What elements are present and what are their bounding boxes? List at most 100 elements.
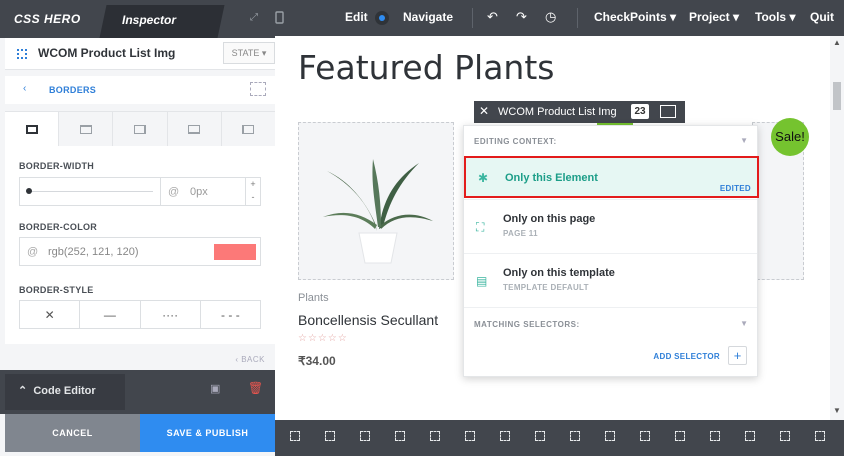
scroll-thumb[interactable]: [833, 82, 841, 110]
context-option-template[interactable]: ▤ Only on this template TEMPLATE DEFAULT: [464, 253, 757, 308]
edit-mode-label[interactable]: Edit: [345, 10, 368, 24]
cancel-button[interactable]: CANCEL: [5, 414, 140, 452]
at-symbol: @: [27, 246, 39, 258]
chevron-down-icon[interactable]: ▼: [740, 319, 748, 328]
border-properties: BORDER-WIDTH @ 0px + - BORDER-COLOR @ rgb…: [5, 146, 275, 344]
select-icon[interactable]: [325, 431, 335, 441]
scroll-down-icon[interactable]: ▼: [833, 406, 841, 415]
select-icon[interactable]: [640, 431, 650, 441]
select-icon[interactable]: [570, 431, 580, 441]
border-style-dotted[interactable]: ····: [141, 301, 201, 328]
context-option-page[interactable]: ⛶ Only on this page PAGE 11: [464, 199, 757, 254]
border-left-icon: [242, 125, 255, 134]
tab-border-top[interactable]: [59, 112, 114, 147]
target-select-icon[interactable]: [17, 49, 27, 59]
expand-icon[interactable]: ⤢: [250, 12, 262, 24]
border-style-options: ✕ — ···· - - -: [19, 300, 261, 329]
template-doc-icon: ▤: [476, 274, 488, 288]
chevron-down-icon[interactable]: ▼: [740, 136, 748, 145]
border-width-control: @ 0px + -: [19, 177, 261, 206]
redo-icon[interactable]: ↷: [516, 9, 527, 25]
bottom-toolbar: [275, 420, 844, 456]
scroll-up-icon[interactable]: ▲: [833, 38, 841, 47]
border-style-dashed[interactable]: - - -: [201, 301, 260, 328]
undo-icon[interactable]: ↶: [487, 9, 498, 25]
code-editor-text: Code Editor: [33, 385, 96, 397]
product-name[interactable]: Boncellensis Secullant: [298, 312, 438, 328]
context-option-element[interactable]: ✱ Only this Element EDITED: [464, 156, 759, 198]
select-icon[interactable]: [500, 431, 510, 441]
section-header[interactable]: ‹ BORDERS: [5, 76, 275, 104]
border-style-label: BORDER-STYLE: [19, 285, 94, 295]
select-icon[interactable]: [290, 431, 300, 441]
border-width-stepper[interactable]: + -: [245, 178, 260, 205]
add-selector-link[interactable]: ADD SELECTOR: [653, 352, 720, 361]
select-icon[interactable]: [780, 431, 790, 441]
page-title: Featured Plants: [298, 48, 555, 87]
border-width-input[interactable]: 0px: [190, 186, 208, 198]
vertical-scrollbar[interactable]: ▲ ▼: [830, 36, 844, 420]
trash-icon[interactable]: 🗑: [248, 381, 263, 395]
tab-border-right[interactable]: [113, 112, 168, 147]
border-preview-icon[interactable]: [250, 82, 266, 96]
select-icon[interactable]: [465, 431, 475, 441]
back-chevron-icon[interactable]: ‹: [23, 83, 26, 94]
select-icon[interactable]: [605, 431, 615, 441]
tab-border-left[interactable]: [221, 112, 276, 147]
menu-quit[interactable]: Quit: [810, 10, 834, 24]
border-side-tabs: [5, 111, 276, 148]
border-color-input[interactable]: rgb(252, 121, 120): [48, 246, 139, 258]
border-style-solid[interactable]: —: [80, 301, 141, 328]
add-selector-button[interactable]: +: [728, 346, 747, 365]
code-editor-label[interactable]: ⌃ Code Editor: [18, 384, 96, 397]
product-price: ₹34.00: [298, 354, 336, 368]
border-bottom-icon: [188, 125, 201, 134]
tab-inspector[interactable]: Inspector: [122, 13, 176, 27]
inspector-panel: CSS HERO Inspector ⤢ WCOM Product List I…: [0, 0, 276, 456]
product-image[interactable]: [298, 122, 454, 280]
close-icon[interactable]: ✕: [479, 104, 489, 118]
expand-selection-icon[interactable]: [660, 105, 676, 118]
section-title: BORDERS: [49, 85, 97, 95]
state-button[interactable]: STATE ▾: [223, 42, 275, 64]
editing-context-label: EDITING CONTEXT:: [474, 137, 557, 146]
tab-border-all[interactable]: [5, 112, 60, 147]
panel-header: CSS HERO Inspector ⤢: [0, 0, 275, 38]
product-category[interactable]: Plants: [298, 292, 329, 304]
save-publish-button[interactable]: SAVE & PUBLISH: [140, 414, 275, 452]
product-rating: ☆☆☆☆☆: [298, 333, 348, 344]
bug-target-icon: ✱: [478, 171, 489, 185]
menu-tools[interactable]: Tools ▾: [755, 10, 795, 24]
page-selection-icon: ⛶: [476, 220, 485, 234]
save-icon[interactable]: ▣: [210, 382, 220, 395]
border-color-swatch[interactable]: [214, 244, 256, 260]
select-icon[interactable]: [675, 431, 685, 441]
select-icon[interactable]: [815, 431, 825, 441]
menu-checkpoints[interactable]: CheckPoints ▾: [594, 10, 676, 24]
border-top-icon: [79, 125, 92, 134]
context-option-sub: TEMPLATE DEFAULT: [503, 283, 589, 292]
border-width-slider-track[interactable]: [28, 191, 153, 192]
tab-border-bottom[interactable]: [167, 112, 222, 147]
back-button[interactable]: ‹ BACK: [235, 355, 265, 364]
select-icon[interactable]: [710, 431, 720, 441]
select-icon[interactable]: [430, 431, 440, 441]
menu-project[interactable]: Project ▾: [689, 10, 739, 24]
select-icon[interactable]: [535, 431, 545, 441]
border-style-none[interactable]: ✕: [20, 301, 81, 328]
select-icon[interactable]: [360, 431, 370, 441]
select-icon[interactable]: [745, 431, 755, 441]
edited-badge: EDITED: [719, 184, 751, 193]
navigate-mode-label[interactable]: Navigate: [403, 10, 453, 24]
back-label: BACK: [241, 355, 265, 364]
context-option-title: Only this Element: [505, 172, 598, 184]
context-option-title: Only on this template: [503, 267, 615, 279]
select-icon[interactable]: [395, 431, 405, 441]
selected-element-name: WCOM Product List Img: [498, 106, 617, 118]
history-icon[interactable]: ◷: [545, 9, 556, 25]
device-icon[interactable]: [275, 11, 285, 25]
element-header: WCOM Product List Img STATE ▾: [5, 38, 275, 70]
plant-image: [323, 159, 433, 264]
border-width-slider-handle[interactable]: [26, 188, 32, 194]
css-hero-logo: CSS HERO: [14, 12, 81, 26]
